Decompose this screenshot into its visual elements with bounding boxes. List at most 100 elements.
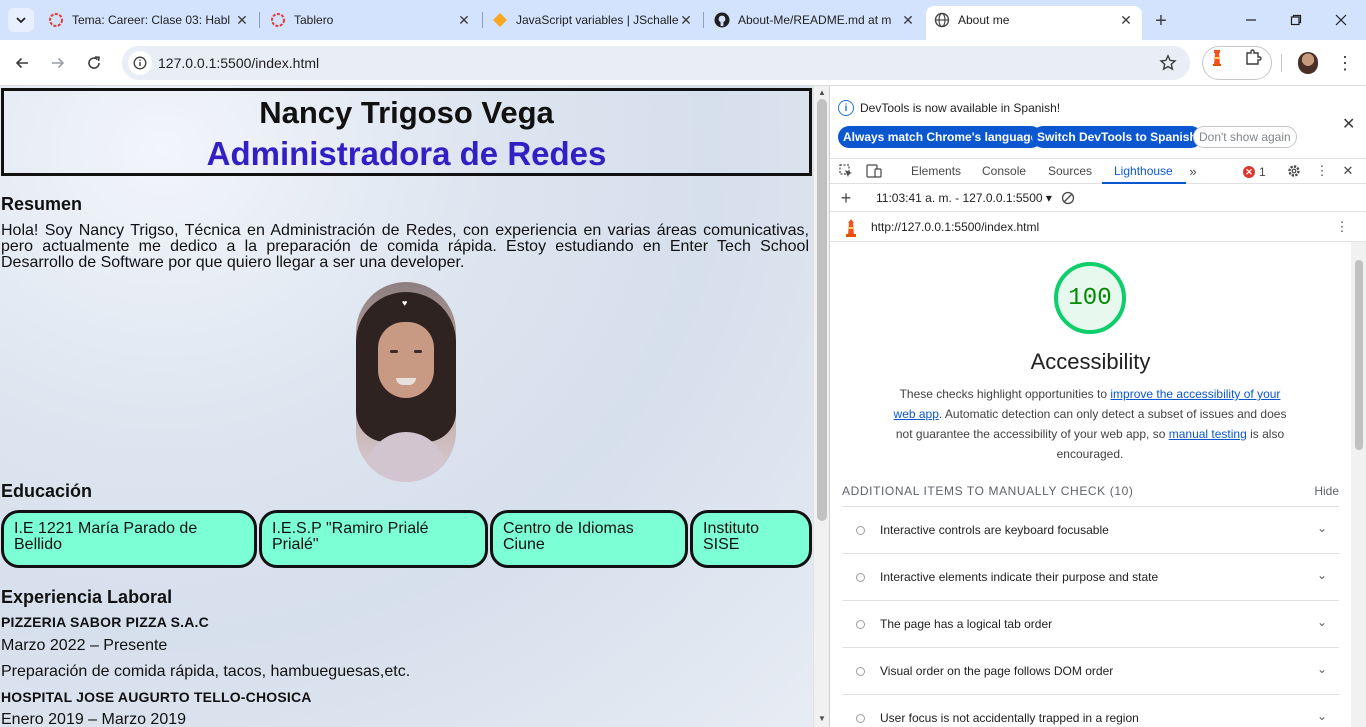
banner-text: DevTools is now available in Spanish!: [860, 101, 1061, 115]
audit-label: Interactive elements indicate their purp…: [880, 570, 1159, 584]
job-company: HOSPITAL JOSE AUGURTO TELLO-CHOSICA: [1, 689, 312, 705]
browser-toolbar: 127.0.0.1:5500/index.html ⋮: [0, 40, 1366, 86]
job-description: Preparación de comida rápida, tacos, ham…: [1, 663, 411, 680]
page-scrollbar[interactable]: ▲ ▼: [813, 86, 829, 727]
browser-tab-active[interactable]: About me ✕: [926, 6, 1142, 40]
heart-icon: ♥: [402, 298, 408, 308]
audit-item[interactable]: Interactive elements indicate their purp…: [842, 553, 1339, 600]
error-count-badge[interactable]: ✕ 1: [1243, 165, 1266, 179]
tab-search-button[interactable]: [8, 8, 34, 32]
new-tab-button[interactable]: +: [1150, 10, 1172, 32]
hide-manual-link[interactable]: Hide: [1314, 484, 1339, 498]
section-title-experiencia: Experiencia Laboral: [1, 587, 173, 607]
customize-menu-icon[interactable]: ⋮: [1314, 163, 1330, 179]
tab-console[interactable]: Console: [982, 164, 1026, 178]
inspect-element-icon[interactable]: [838, 163, 854, 179]
category-title: Accessibility: [1030, 349, 1151, 374]
manual-testing-link[interactable]: manual testing: [1169, 427, 1247, 441]
devtools-panel: i DevTools is now available in Spanish! …: [829, 86, 1366, 727]
report-menu-icon[interactable]: ⋮: [1334, 219, 1350, 235]
tab-sources[interactable]: Sources: [1048, 164, 1092, 178]
close-tab-icon[interactable]: ✕: [900, 12, 916, 28]
error-count: 1: [1259, 165, 1266, 179]
score-gauge: 100: [1054, 262, 1126, 334]
page-scrollbar-thumb[interactable]: [817, 99, 827, 521]
devtools-scrollbar[interactable]: [1351, 242, 1366, 727]
tab-title: Tema: Career: Clase 03: Habl: [72, 13, 231, 27]
page-title: Nancy Trigoso Vega: [259, 95, 554, 130]
orange-diamond-icon: [492, 12, 508, 28]
new-report-icon[interactable]: +: [838, 188, 854, 208]
report-url-row: http://127.0.0.1:5500/index.html ⋮: [830, 212, 1366, 242]
error-icon: ✕: [1243, 166, 1255, 178]
more-tabs-icon[interactable]: »: [1185, 163, 1201, 179]
report-selector[interactable]: 11:03:41 a. m. - 127.0.0.1:5500 ▾: [876, 191, 1052, 205]
job-period: Enero 2019 – Marzo 2019: [1, 711, 187, 727]
chevron-down-icon: [16, 17, 26, 24]
device-toolbar-icon[interactable]: [866, 163, 882, 179]
github-icon: [714, 12, 730, 28]
settings-gear-icon[interactable]: [1286, 163, 1302, 179]
tab-title: Tablero: [294, 13, 334, 27]
browser-tab[interactable]: Tema: Career: Clase 03: Habl ✕: [40, 6, 258, 34]
lighthouse-toolbar: + 11:03:41 a. m. - 127.0.0.1:5500 ▾: [830, 184, 1366, 212]
puzzle-extensions-icon[interactable]: [1244, 48, 1262, 66]
audit-item[interactable]: Visual order on the page follows DOM ord…: [842, 647, 1339, 694]
chevron-down-icon: ⌄: [1316, 709, 1327, 723]
globe-icon: [934, 12, 950, 28]
reload-icon[interactable]: [83, 52, 105, 74]
close-banner-icon[interactable]: ✕: [1342, 114, 1355, 134]
close-tab-icon[interactable]: ✕: [678, 12, 694, 28]
lighthouse-extension-icon[interactable]: [1208, 48, 1226, 66]
devtools-scrollbar-thumb[interactable]: [1355, 260, 1363, 450]
audit-status-icon: [856, 620, 865, 629]
section-title-educacion: Educación: [1, 481, 93, 501]
minimize-icon[interactable]: [1241, 10, 1261, 30]
close-tab-icon[interactable]: ✕: [234, 12, 250, 28]
back-arrow-icon[interactable]: [11, 52, 33, 74]
education-item: I.E.S.P "Ramiro Prialé Prialé": [259, 510, 488, 568]
browser-tab[interactable]: About-Me/README.md at m ✕: [706, 6, 924, 34]
audit-item[interactable]: User focus is not accidentally trapped i…: [842, 694, 1339, 727]
audit-label: Visual order on the page follows DOM ord…: [880, 664, 1114, 678]
report-time: 11:03:41 a. m. - 127.0.0.1:5500: [876, 191, 1043, 205]
chevron-down-icon: ⌄: [1316, 662, 1327, 676]
devtools-tabbar: Elements Console Sources Lighthouse » ✕ …: [830, 158, 1366, 184]
tab-strip: Tema: Career: Clase 03: Habl ✕ Tablero ✕…: [0, 0, 1366, 40]
profile-avatar[interactable]: [1298, 52, 1318, 74]
forward-arrow-icon[interactable]: [47, 52, 69, 74]
clear-reports-icon[interactable]: [1060, 190, 1076, 206]
tab-title: About-Me/README.md at m: [738, 13, 892, 27]
close-window-icon[interactable]: [1331, 10, 1351, 30]
page-subtitle: Administradora de Redes: [206, 135, 607, 172]
audit-status-icon: [856, 526, 865, 535]
tab-lighthouse[interactable]: Lighthouse: [1114, 164, 1173, 178]
address-url[interactable]: 127.0.0.1:5500/index.html: [158, 55, 319, 71]
info-icon: i: [838, 100, 854, 116]
audit-status-icon: [856, 573, 865, 582]
address-bar[interactable]: 127.0.0.1:5500/index.html: [122, 46, 1190, 80]
audit-label: User focus is not accidentally trapped i…: [880, 711, 1139, 725]
browser-tab[interactable]: JavaScript variables | JSchalle ✕: [484, 6, 702, 34]
education-item: Centro de Idiomas Ciune: [490, 510, 688, 568]
job-period: Marzo 2022 – Presente: [1, 637, 168, 654]
browser-menu-icon[interactable]: ⋮: [1335, 52, 1355, 74]
site-info-icon[interactable]: [128, 51, 152, 75]
lighthouse-report: 100 Accessibility These checks highlight…: [830, 242, 1351, 727]
report-url: http://127.0.0.1:5500/index.html: [871, 220, 1040, 234]
close-tab-icon[interactable]: ✕: [1118, 12, 1134, 28]
restore-icon[interactable]: [1286, 10, 1306, 30]
dont-show-again-button[interactable]: Don't show again: [1193, 126, 1297, 148]
audit-item[interactable]: The page has a logical tab order ⌄: [842, 600, 1339, 647]
match-language-button[interactable]: Always match Chrome's language: [838, 126, 1043, 148]
tab-elements[interactable]: Elements: [911, 164, 961, 178]
bookmark-star-icon[interactable]: [1158, 53, 1178, 73]
audit-label: The page has a logical tab order: [880, 617, 1053, 631]
lighthouse-logo-icon: [846, 219, 856, 237]
switch-spanish-button[interactable]: Switch DevTools to Spanish: [1032, 126, 1202, 148]
audit-item[interactable]: Interactive controls are keyboard focusa…: [842, 506, 1339, 553]
browser-tab[interactable]: Tablero ✕: [262, 6, 480, 34]
close-devtools-icon[interactable]: ✕: [1340, 163, 1356, 179]
audit-status-icon: [856, 714, 865, 723]
close-tab-icon[interactable]: ✕: [456, 12, 472, 28]
